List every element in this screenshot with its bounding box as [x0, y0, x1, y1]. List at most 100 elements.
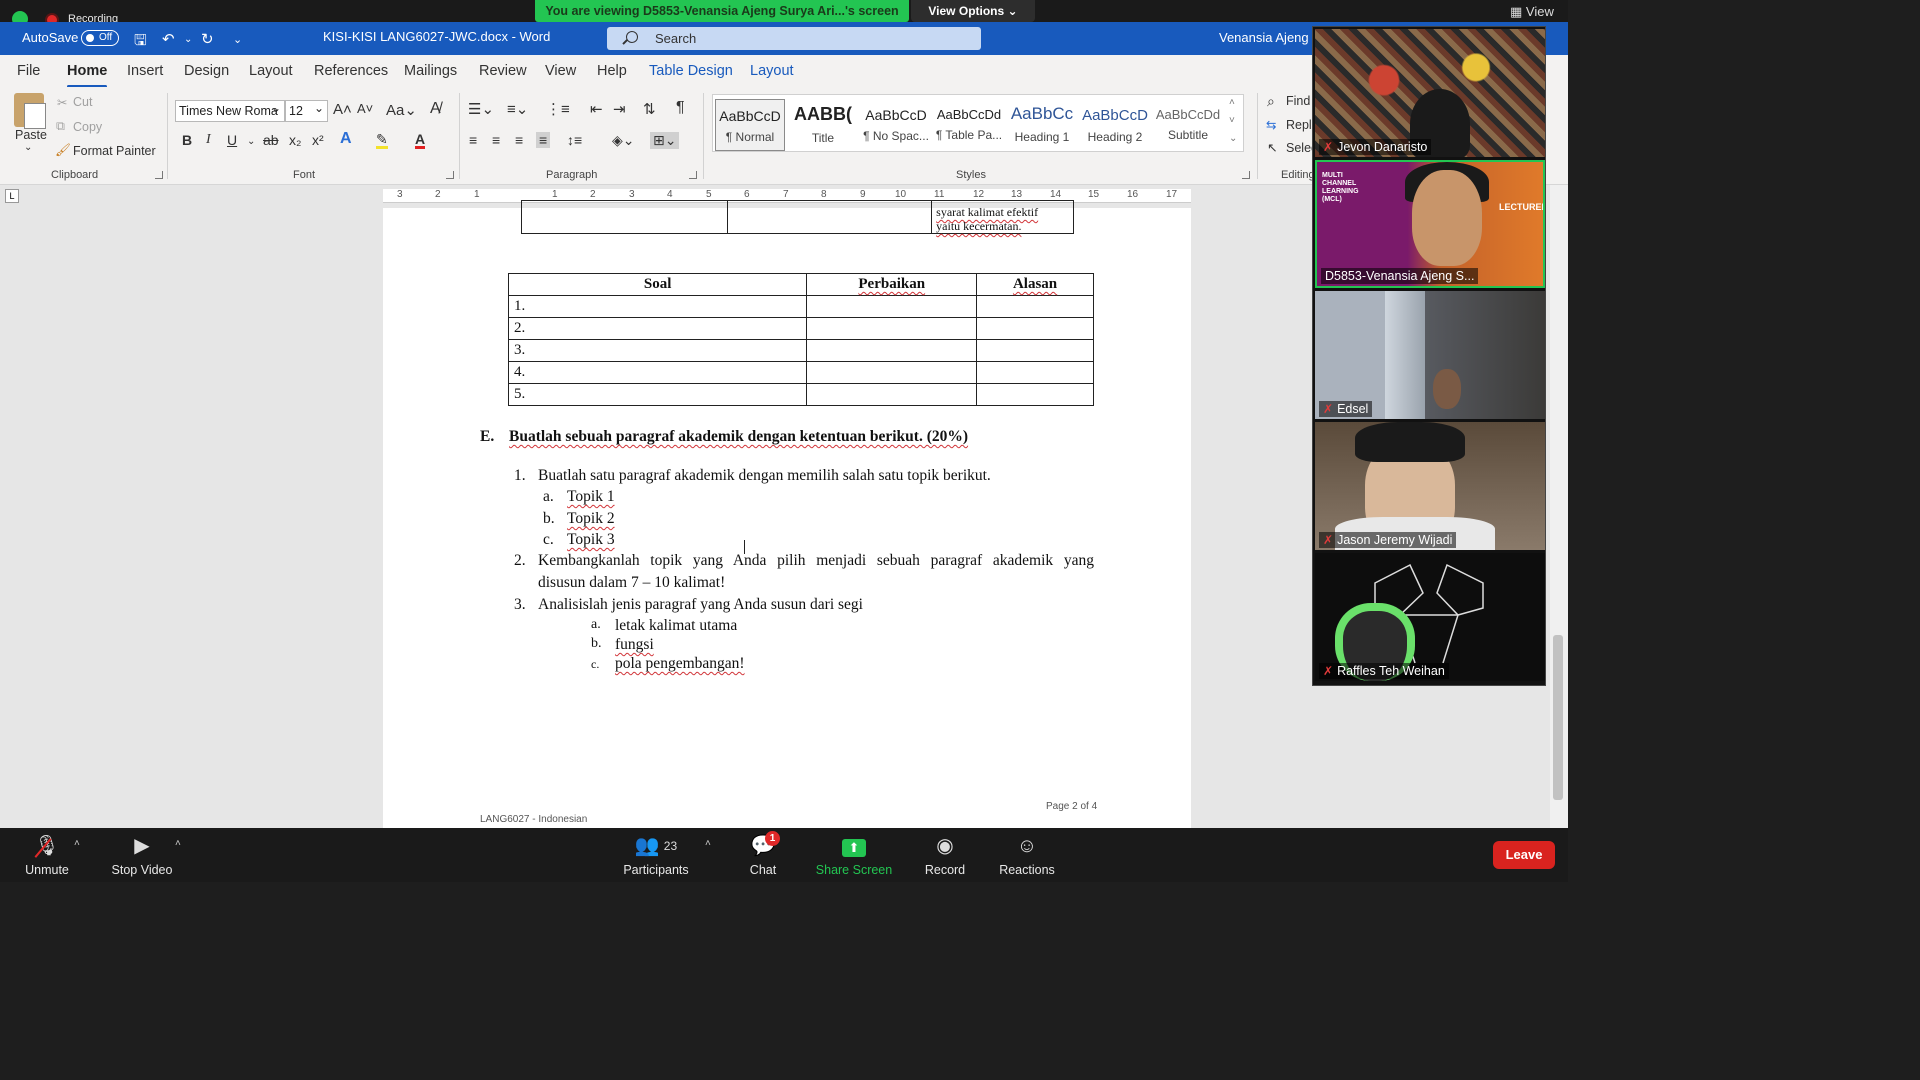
style-title[interactable]: AABB( Title: [788, 99, 858, 151]
tab-file[interactable]: File: [17, 63, 40, 79]
table-header-perbaikan[interactable]: Perbaikan: [806, 273, 978, 296]
italic-icon[interactable]: I: [206, 132, 211, 148]
style-heading-2[interactable]: AaBbCcD Heading 2: [1080, 99, 1150, 151]
participants-button[interactable]: 👥 23 Participants: [620, 833, 692, 877]
numbering-icon[interactable]: ≡⌄: [507, 100, 528, 118]
sort-icon[interactable]: ⇅: [643, 100, 656, 118]
table-cell[interactable]: [976, 317, 1094, 340]
text-effects-icon[interactable]: A: [340, 130, 352, 148]
table-cell[interactable]: [806, 317, 978, 340]
table-cell[interactable]: [806, 383, 978, 406]
superscript-icon[interactable]: x²: [312, 132, 324, 148]
table-cell[interactable]: 5.: [507, 383, 808, 406]
tab-insert[interactable]: Insert: [127, 63, 163, 79]
strikethrough-icon[interactable]: ab: [263, 132, 279, 148]
find-button[interactable]: Find: [1286, 94, 1310, 108]
redo-icon[interactable]: ↻: [201, 30, 214, 48]
shading-icon[interactable]: ◈⌄: [612, 132, 635, 149]
paragraph-launcher-icon[interactable]: [689, 171, 697, 179]
undo-dropdown-icon[interactable]: ⌄: [184, 34, 192, 45]
font-launcher-icon[interactable]: [446, 171, 454, 179]
bullets-icon[interactable]: ☰⌄: [468, 100, 494, 118]
share-screen-button[interactable]: ⬆ Share Screen: [814, 833, 894, 877]
justify-icon[interactable]: ≡: [536, 132, 551, 148]
table-cell[interactable]: [726, 200, 933, 234]
font-size-select[interactable]: 12: [285, 98, 328, 122]
search-input[interactable]: Search: [607, 27, 981, 50]
style-subtitle[interactable]: AaBbCcDd Subtitle: [1153, 99, 1223, 151]
tab-references[interactable]: References: [314, 63, 388, 79]
styles-scroll-up-icon[interactable]: ˄: [1229, 97, 1235, 108]
increase-indent-icon[interactable]: ⇥: [613, 100, 626, 118]
stop-video-button[interactable]: ▶ Stop Video: [108, 833, 176, 877]
table-cell[interactable]: [521, 200, 728, 234]
tab-view[interactable]: View: [545, 63, 576, 79]
table-cell[interactable]: 1.: [507, 295, 808, 318]
font-name-select[interactable]: Times New Roma: [175, 98, 285, 122]
table-cell[interactable]: 2.: [507, 317, 808, 340]
align-left-icon[interactable]: ≡: [469, 132, 477, 148]
styles-scroll-down-icon[interactable]: ˅: [1229, 115, 1235, 126]
view-options-button[interactable]: View Options ⌄: [911, 0, 1035, 22]
document-page[interactable]: syarat kalimat efektif yaitu kecermatan.…: [383, 200, 1191, 828]
font-color-icon[interactable]: A: [415, 132, 426, 149]
table-header-alasan[interactable]: Alasan: [976, 273, 1094, 296]
tab-help[interactable]: Help: [597, 63, 627, 79]
table-cell[interactable]: [806, 339, 978, 362]
line-spacing-icon[interactable]: ↕≡: [567, 132, 582, 148]
table-cell[interactable]: [976, 295, 1094, 318]
clipboard-launcher-icon[interactable]: [155, 171, 163, 179]
align-center-icon[interactable]: ≡: [492, 132, 500, 148]
underline-dropdown-icon[interactable]: ⌄: [247, 136, 255, 147]
table-cell[interactable]: 3.: [507, 339, 808, 362]
participants-caret-icon[interactable]: ˄: [705, 838, 711, 849]
table-cell[interactable]: [806, 361, 978, 384]
table-cell[interactable]: syarat kalimat efektif yaitu kecermatan.: [931, 200, 1074, 234]
tab-review[interactable]: Review: [479, 63, 527, 79]
clear-formatting-icon[interactable]: A̸: [430, 100, 441, 118]
table-header-soal[interactable]: Soal: [507, 273, 808, 296]
change-case-icon[interactable]: Aa⌄: [386, 101, 417, 119]
paste-dropdown-icon[interactable]: ⌄: [24, 142, 32, 153]
show-formatting-marks-icon[interactable]: ¶: [676, 99, 685, 117]
paste-button[interactable]: Paste: [15, 128, 47, 142]
table-cell[interactable]: [806, 295, 978, 318]
align-right-icon[interactable]: ≡: [515, 132, 523, 148]
audio-options-caret-icon[interactable]: ˄: [74, 838, 80, 849]
style-heading-1[interactable]: AaBbCc Heading 1: [1007, 99, 1077, 151]
styles-more-icon[interactable]: ⌄: [1229, 133, 1237, 144]
unmute-button[interactable]: 🎙 Unmute: [20, 833, 74, 877]
grow-font-icon[interactable]: A˄: [333, 101, 352, 118]
multilevel-list-icon[interactable]: ⋮≡: [546, 100, 570, 118]
paste-icon[interactable]: [14, 93, 46, 129]
style-normal[interactable]: AaBbCcD ¶ Normal: [715, 99, 785, 151]
format-painter-button[interactable]: Format Painter: [73, 144, 156, 158]
style-table-paragraph[interactable]: AaBbCcDd ¶ Table Pa...: [934, 99, 1004, 151]
participant-tile[interactable]: ✗ Jason Jeremy Wijadi: [1315, 422, 1545, 550]
table-cell[interactable]: [976, 339, 1094, 362]
chat-button[interactable]: 💬 1 Chat: [745, 831, 781, 877]
autosave-toggle[interactable]: Off: [81, 30, 119, 46]
reactions-button[interactable]: ☺ Reactions: [997, 833, 1057, 877]
scrollbar-thumb[interactable]: [1553, 635, 1563, 800]
subscript-icon[interactable]: x₂: [289, 132, 301, 148]
replace-button[interactable]: Repl: [1286, 118, 1312, 132]
tab-table-layout[interactable]: Layout: [750, 63, 794, 79]
tab-selector-icon[interactable]: L: [5, 189, 19, 203]
highlight-icon[interactable]: ✎: [376, 132, 388, 149]
video-options-caret-icon[interactable]: ˄: [175, 838, 181, 849]
record-button[interactable]: ◉ Record: [922, 833, 968, 877]
table-cell[interactable]: [976, 361, 1094, 384]
participant-tile-active-speaker[interactable]: MULTI CHANNEL LEARNING (MCL) LECTURER D5…: [1315, 160, 1545, 288]
bold-icon[interactable]: B: [182, 132, 192, 148]
participant-tile[interactable]: ✗ Raffles Teh Weihan: [1315, 553, 1545, 681]
table-cell[interactable]: [976, 383, 1094, 406]
tab-table-design[interactable]: Table Design: [649, 63, 733, 79]
underline-icon[interactable]: U: [227, 132, 237, 148]
shrink-font-icon[interactable]: A˅: [357, 101, 373, 116]
styles-launcher-icon[interactable]: [1242, 171, 1250, 179]
cut-button[interactable]: Cut: [73, 95, 92, 109]
participant-tile[interactable]: ✗ Jevon Danaristo: [1315, 29, 1545, 157]
customize-qat-icon[interactable]: ⌄: [233, 33, 242, 46]
save-icon[interactable]: 🖫: [134, 30, 147, 55]
